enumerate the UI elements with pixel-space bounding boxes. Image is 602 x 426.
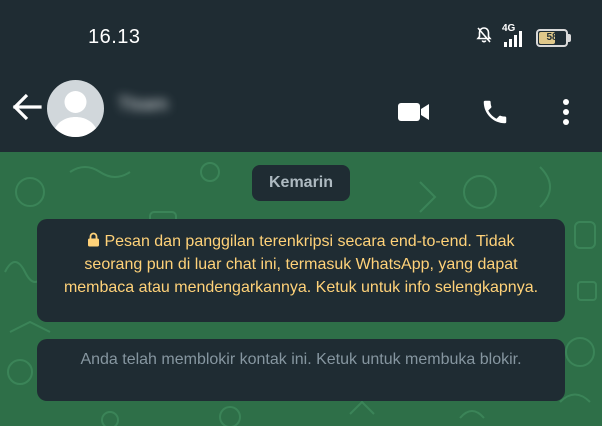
- more-vert-icon[interactable]: [546, 92, 586, 132]
- status-time: 16.13: [88, 26, 141, 48]
- status-icons: 4G 58: [476, 23, 571, 49]
- date-label: Kemarin: [252, 165, 350, 201]
- signal-icon: 4G: [502, 23, 526, 47]
- blocked-notice[interactable]: Anda telah memblokir kontak ini. Ketuk u…: [37, 339, 565, 401]
- contact-name[interactable]: Ttsam: [118, 94, 182, 114]
- encryption-notice[interactable]: Pesan dan panggilan terenkripsi secara e…: [37, 219, 565, 322]
- battery-level: 58: [546, 32, 558, 43]
- voice-call-icon[interactable]: [475, 92, 515, 132]
- lock-icon: [88, 232, 100, 247]
- back-arrow-icon[interactable]: [10, 90, 44, 124]
- chat-area[interactable]: Kemarin Pesan dan panggilan terenkripsi …: [0, 152, 602, 426]
- chat-header: Ttsam: [0, 72, 602, 152]
- battery-icon: 58: [536, 28, 571, 47]
- avatar[interactable]: [47, 80, 104, 137]
- bell-off-icon: [476, 26, 492, 49]
- status-bar: 16.13 4G 58: [0, 0, 602, 72]
- video-call-icon[interactable]: [394, 92, 434, 132]
- avatar-placeholder-icon: [53, 91, 98, 137]
- encryption-notice-text: Pesan dan panggilan terenkripsi secara e…: [63, 233, 539, 296]
